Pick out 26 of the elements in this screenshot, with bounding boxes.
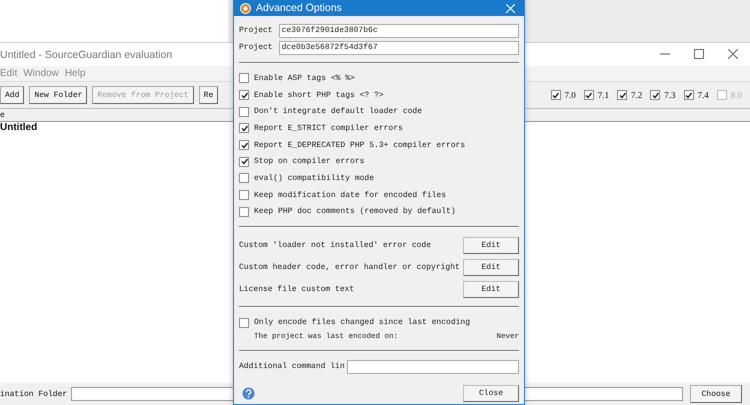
column-header: e	[0, 110, 5, 120]
version-label: 7.0	[564, 90, 576, 100]
field-label: Additional command lin	[239, 362, 345, 372]
version-label: 7.1	[598, 90, 609, 100]
window-title: Untitled - SourceGuardian evaluation	[0, 48, 174, 60]
option-label: Custom header code, error handler or copyright	[239, 262, 461, 272]
version-label: 8.0	[730, 90, 742, 100]
field-label: Project	[239, 26, 273, 35]
option-label: Stop on compiler errors	[254, 157, 364, 166]
option-label: Report E_STRICT compiler errors	[254, 124, 403, 133]
field-label: Project	[239, 43, 273, 52]
option-label: Enable short PHP tags <? ?>	[254, 90, 384, 100]
option-label: Keep PHP doc comments (removed by default)	[254, 207, 456, 216]
option-label: Enable ASP tags <% %>	[254, 74, 355, 83]
option-label: eval() compatibility mode	[254, 174, 374, 183]
option-label: Keep modification date for encoded files	[254, 190, 446, 200]
option-label: Custom 'loader not installed' error code	[239, 240, 432, 250]
option-label: Don't integrate default loader code	[254, 107, 422, 116]
option-label: License file custom text	[239, 284, 356, 294]
version-label: 7.3	[664, 90, 676, 100]
dialog-title: Advanced Options	[256, 2, 343, 14]
option-label: Report E_DEPRECATED PHP 5.3+ compiler errors	[254, 140, 466, 150]
version-label: 7.4	[698, 90, 709, 100]
version-label: 7.2	[631, 90, 642, 100]
field-label: ination Folder	[0, 390, 68, 398]
option-label: Only encode files changed since last encoding	[254, 318, 470, 328]
